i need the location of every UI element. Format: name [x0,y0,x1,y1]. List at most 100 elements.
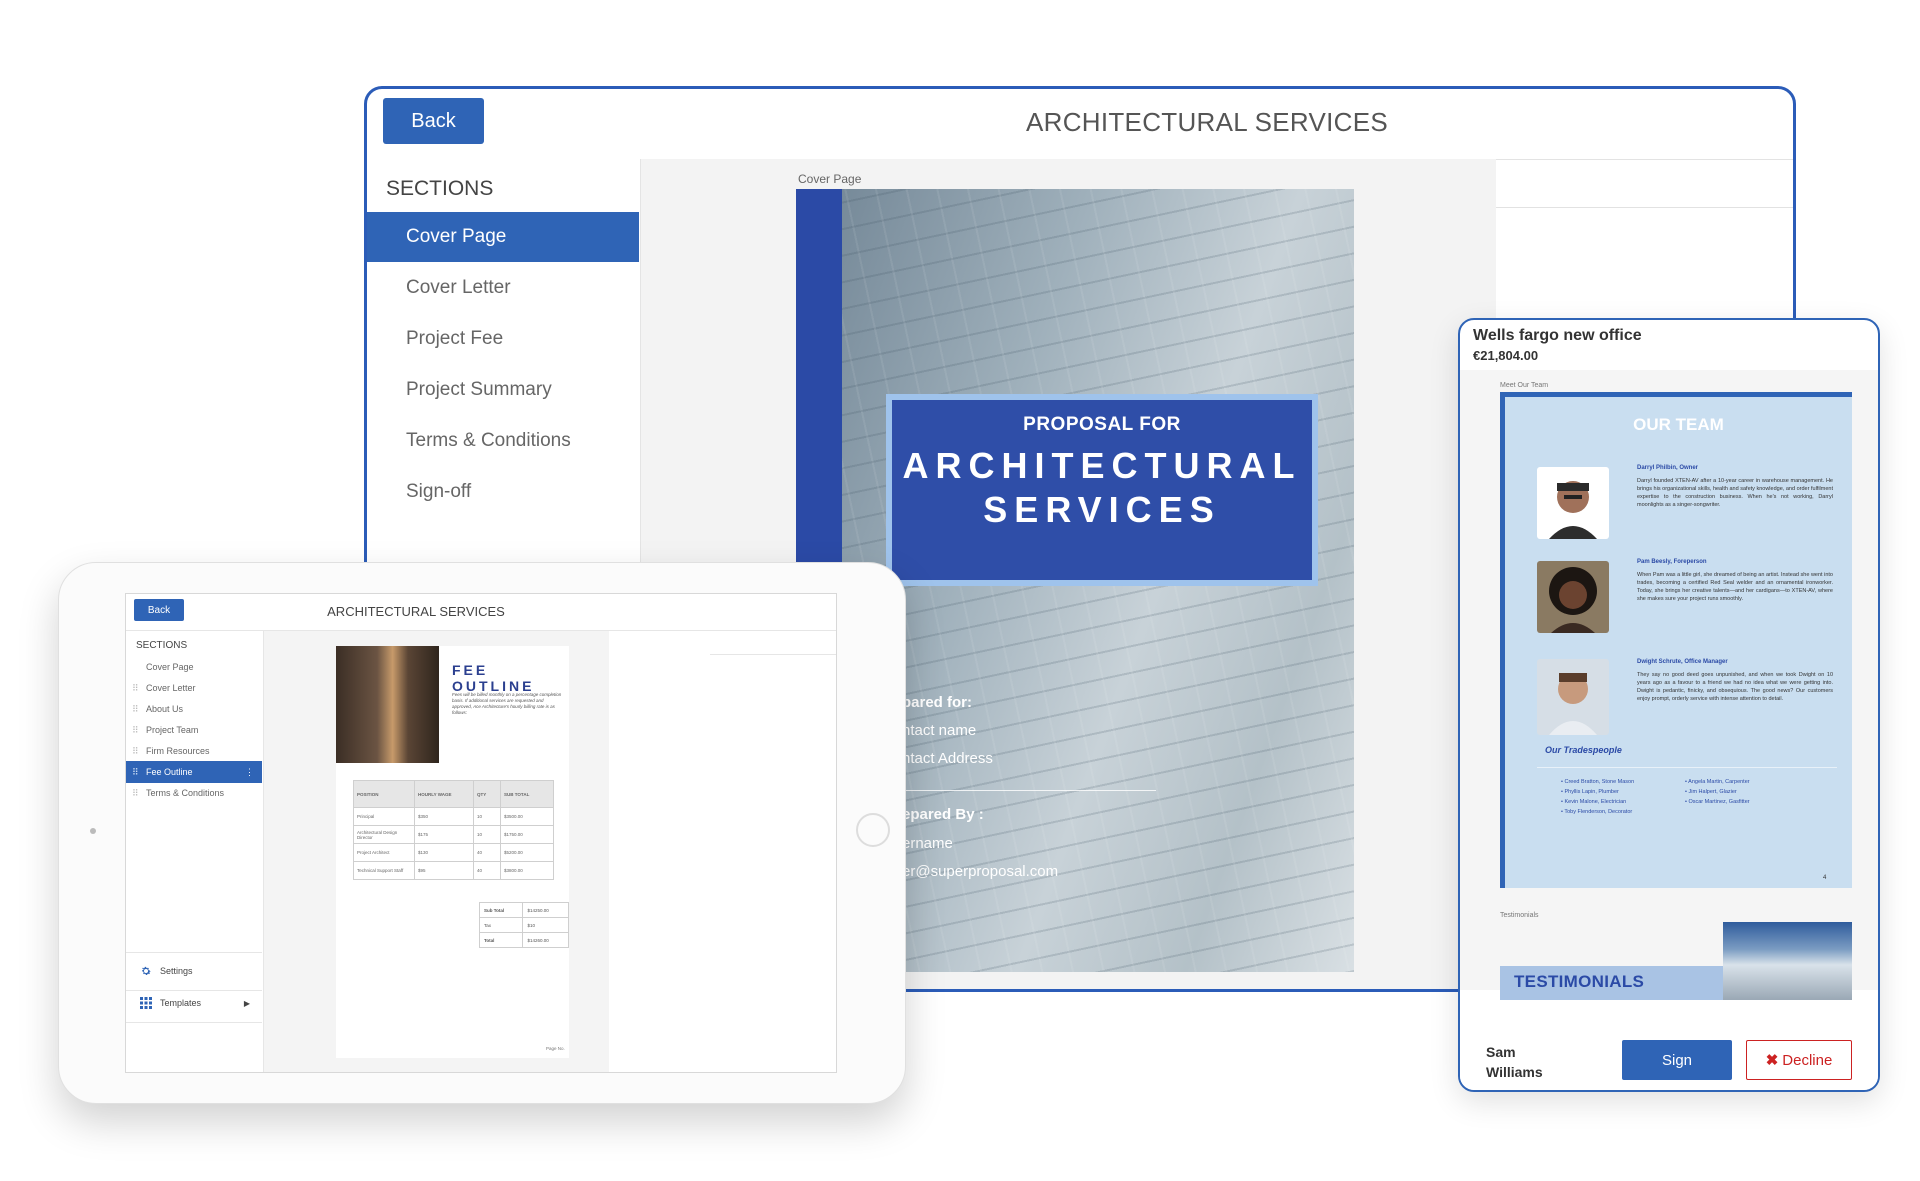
kebab-menu-icon[interactable]: ⋮ [245,761,254,783]
list-item: • Toby Flenderson, Decorator [1561,809,1633,815]
table-cell: Sub Total [478,902,524,918]
drag-handle-icon[interactable]: ⠿ [132,782,139,804]
table-cell: Technical Support Staff [353,861,415,880]
tradespeople-divider [1537,767,1837,768]
tablet-sidebar-item-label: Cover Page [146,662,194,672]
sidebar-item-cover-page[interactable]: Cover Page [367,212,639,262]
client-view-card: Wells fargo new office €21,804.00 Meet O… [1458,318,1880,1092]
sidebar-item-sign-off[interactable]: Sign-off [367,467,639,517]
sidebar-item-project-fee[interactable]: Project Fee [367,314,639,364]
page-number-label: Page No. [546,1046,565,1051]
table-cell: $3500.00 [500,807,554,826]
tablet-back-button[interactable]: Back [134,599,184,621]
team-member-photo [1537,467,1609,539]
tablet-sidebar-item-cover-page[interactable]: Cover Page [126,656,262,678]
tablet-sidebar-item-terms-conditions[interactable]: ⠿ Terms & Conditions [126,782,262,804]
grid-icon [140,997,152,1009]
drag-handle-icon[interactable]: ⠿ [132,740,139,762]
decline-button[interactable]: ✖ Decline [1746,1040,1852,1080]
table-header: HOURLY WAGE [414,780,474,808]
sidebar-item-cover-letter[interactable]: Cover Letter [367,263,639,313]
list-item: • Jim Halpert, Glazier [1685,789,1737,795]
prepared-for-label: pared for: [902,694,973,711]
proposal-for-text: PROPOSAL FOR [1023,414,1181,435]
templates-label: Templates [160,998,202,1008]
drag-handle-icon[interactable]: ⠿ [132,761,139,783]
list-item: • Phyllis Lapin, Plumber [1561,789,1619,795]
templates-button[interactable]: Templates ▶ [140,997,250,1009]
signer-name: Sam Williams [1486,1044,1543,1080]
settings-label: Settings [160,966,193,976]
table-cell: Project Architect [353,843,415,862]
testimonials-label: Testimonials [1500,912,1539,919]
table-cell: 10 [473,825,501,844]
sections-heading: SECTIONS [386,177,494,200]
testimonials-heading: TESTIMONIALS [1514,972,1645,991]
tablet-right-panel-divider [710,654,836,655]
totals-table: Sub Total $14250.00 Tax $10 Total $14260.00 [478,902,569,948]
back-button[interactable]: Back [383,98,484,144]
tablet-sidebar-item-firm-resources[interactable]: ⠿ Firm Resources [126,740,262,762]
right-panel-divider [1496,207,1793,208]
our-team-heading: OUR TEAM [1633,415,1724,434]
tradespeople-list-right: • Angela Martin, Carpenter • Jim Halpert… [1685,777,1750,807]
table-row: Total $14260.00 [478,932,569,948]
cover-page-label: Cover Page [798,172,862,186]
tablet-sections-heading: SECTIONS [136,640,188,651]
team-member-bio: They say no good deed goes unpunished, a… [1637,672,1833,702]
table-cell: $130 [414,843,474,862]
tradespeople-heading: Our Tradespeople [1545,745,1622,755]
table-cell: $95 [414,861,474,880]
tablet-sidebar-item-project-team[interactable]: ⠿ Project Team [126,719,262,741]
tradespeople-list-left: • Creed Bratton, Stone Mason • Phyllis L… [1561,777,1634,817]
gear-icon [142,966,151,975]
fee-table: POSITION HOURLY WAGE QTY SUB TOTAL Princ… [353,780,554,880]
drag-handle-icon[interactable]: ⠿ [132,698,139,720]
tablet-sidebar-divider [126,952,262,953]
table-cell: $350 [414,807,474,826]
tablet-sidebar-item-label: Fee Outline [146,767,193,777]
tablet-sidebar-item-label: About Us [146,704,184,714]
fee-outline-page[interactable]: FEE OUTLINE Fees will be billed monthly … [336,646,569,1058]
drag-handle-icon[interactable]: ⠿ [132,677,139,699]
prepared-by-label: epared By : [902,806,984,823]
table-cell: Architectural Design Director [353,825,415,844]
proposal-title-line2: SERVICES [983,489,1221,530]
sidebar-item-terms-conditions[interactable]: Terms & Conditions [367,416,639,466]
interior-photo [336,646,439,763]
tablet-screen: Back ARCHITECTURAL SERVICES SECTIONS Cov… [125,593,837,1073]
page-title: ARCHITECTURAL SERVICES [1025,107,1388,137]
office-photo [1723,922,1852,1000]
settings-button[interactable]: Settings [140,965,193,977]
project-name: Wells fargo new office [1473,327,1642,344]
tablet-camera [90,828,96,834]
team-member-name: Pam Beesly, Foreperson [1637,559,1707,565]
tablet-sidebar-item-about-us[interactable]: ⠿ About Us [126,698,262,720]
decline-label: Decline [1782,1051,1833,1069]
tablet-sidebar-item-cover-letter[interactable]: ⠿ Cover Letter [126,677,262,699]
sidebar-item-project-summary[interactable]: Project Summary [367,365,639,415]
table-row: Technical Support Staff $95 40 $3800.00 [353,861,554,880]
contact-name: ntact name [902,722,977,739]
table-cell: 10 [473,807,501,826]
table-header: QTY [473,780,501,808]
proposal-title-box: PROPOSAL FOR ARCHITECTURAL SERVICES [886,394,1318,586]
cover-divider [898,790,1156,791]
preparer-email: er@superproposal.com [902,863,1059,880]
list-item: • Oscar Martinez, Gasfitter [1685,799,1750,805]
tablet-sidebar-item-fee-outline[interactable]: ⠿ Fee Outline ⋮ [126,761,262,783]
table-row: Sub Total $14250.00 [478,902,569,918]
team-member-name: Dwight Schrute, Office Manager [1637,659,1728,665]
table-cell: $1750.00 [500,825,554,844]
drag-handle-icon[interactable]: ⠿ [132,719,139,741]
tablet-page-title: ARCHITECTURAL SERVICES [327,604,505,619]
table-row: Tax $10 [478,917,569,933]
project-amount: €21,804.00 [1473,348,1539,363]
tablet-sidebar-item-label: Cover Letter [146,683,196,693]
proposal-scroll-area[interactable]: Meet Our Team OUR TEAM Darryl Philbin, O… [1460,370,1878,1000]
table-row: Architectural Design Director $175 10 $1750… [353,825,554,844]
sign-button[interactable]: Sign [1622,1040,1732,1080]
table-header: SUB TOTAL [500,780,554,808]
tablet-sidebar-item-label: Project Team [146,725,199,735]
table-cell: $3800.00 [500,861,554,880]
